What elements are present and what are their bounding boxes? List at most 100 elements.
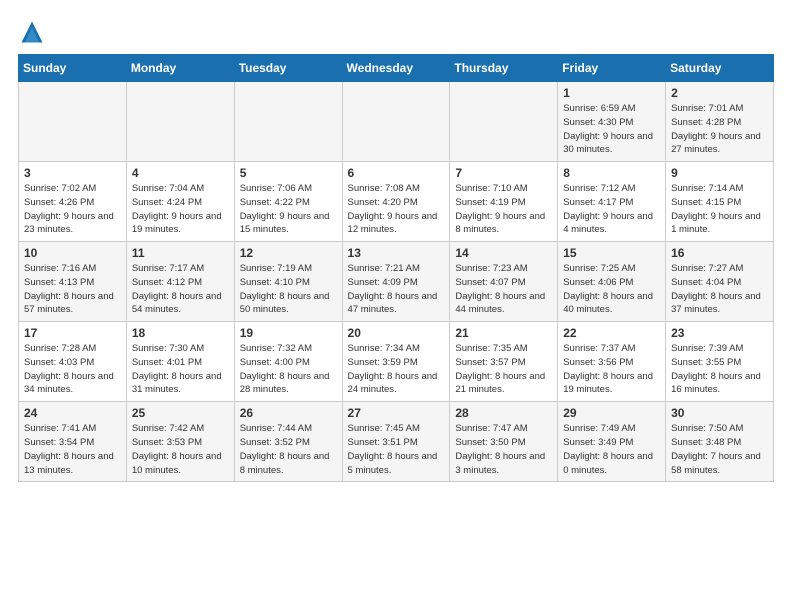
day-number: 18 xyxy=(132,326,229,340)
day-cell: 18 Sunrise: 7:30 AM Sunset: 4:01 PM Dayli… xyxy=(126,322,234,402)
day-header-friday: Friday xyxy=(558,55,666,82)
day-cell: 2 Sunrise: 7:01 AM Sunset: 4:28 PM Daylig… xyxy=(666,82,774,162)
day-cell: 25 Sunrise: 7:42 AM Sunset: 3:53 PM Dayli… xyxy=(126,402,234,482)
day-number: 19 xyxy=(240,326,337,340)
day-cell: 20 Sunrise: 7:34 AM Sunset: 3:59 PM Dayli… xyxy=(342,322,450,402)
day-number: 24 xyxy=(24,406,121,420)
day-info: Sunrise: 7:45 AM Sunset: 3:51 PM Dayligh… xyxy=(348,422,445,477)
day-number: 21 xyxy=(455,326,552,340)
day-info: Sunrise: 7:01 AM Sunset: 4:28 PM Dayligh… xyxy=(671,102,768,157)
day-cell: 27 Sunrise: 7:45 AM Sunset: 3:51 PM Dayli… xyxy=(342,402,450,482)
day-info: Sunrise: 7:19 AM Sunset: 4:10 PM Dayligh… xyxy=(240,262,337,317)
day-cell: 4Sunrise: 7:04 AM Sunset: 4:24 PM Daylig… xyxy=(126,162,234,242)
day-number: 13 xyxy=(348,246,445,260)
day-number: 15 xyxy=(563,246,660,260)
day-info: Sunrise: 7:10 AM Sunset: 4:19 PM Dayligh… xyxy=(455,182,552,237)
day-number: 5 xyxy=(240,166,337,180)
day-info: Sunrise: 7:16 AM Sunset: 4:13 PM Dayligh… xyxy=(24,262,121,317)
day-info: Sunrise: 7:42 AM Sunset: 3:53 PM Dayligh… xyxy=(132,422,229,477)
header xyxy=(18,18,774,46)
day-cell: 9 Sunrise: 7:14 AM Sunset: 4:15 PM Daylig… xyxy=(666,162,774,242)
day-info: Sunrise: 7:49 AM Sunset: 3:49 PM Dayligh… xyxy=(563,422,660,477)
day-cell: 30 Sunrise: 7:50 AM Sunset: 3:48 PM Dayli… xyxy=(666,402,774,482)
day-cell: 29 Sunrise: 7:49 AM Sunset: 3:49 PM Dayli… xyxy=(558,402,666,482)
day-info: Sunrise: 7:41 AM Sunset: 3:54 PM Dayligh… xyxy=(24,422,121,477)
day-cell: 19 Sunrise: 7:32 AM Sunset: 4:00 PM Dayli… xyxy=(234,322,342,402)
day-cell: 13 Sunrise: 7:21 AM Sunset: 4:09 PM Dayli… xyxy=(342,242,450,322)
day-info: Sunrise: 7:25 AM Sunset: 4:06 PM Dayligh… xyxy=(563,262,660,317)
day-number: 1 xyxy=(563,86,660,100)
day-number: 10 xyxy=(24,246,121,260)
page: SundayMondayTuesdayWednesdayThursdayFrid… xyxy=(0,0,792,492)
day-number: 22 xyxy=(563,326,660,340)
day-cell xyxy=(234,82,342,162)
day-info: Sunrise: 7:17 AM Sunset: 4:12 PM Dayligh… xyxy=(132,262,229,317)
day-number: 20 xyxy=(348,326,445,340)
day-cell: 5 Sunrise: 7:06 AM Sunset: 4:22 PM Daylig… xyxy=(234,162,342,242)
day-cell: 17Sunrise: 7:28 AM Sunset: 4:03 PM Dayli… xyxy=(19,322,127,402)
day-info: Sunrise: 7:04 AM Sunset: 4:24 PM Dayligh… xyxy=(132,182,229,237)
day-info: Sunrise: 6:59 AM Sunset: 4:30 PM Dayligh… xyxy=(563,102,660,157)
day-cell xyxy=(450,82,558,162)
day-info: Sunrise: 7:23 AM Sunset: 4:07 PM Dayligh… xyxy=(455,262,552,317)
day-cell: 6 Sunrise: 7:08 AM Sunset: 4:20 PM Daylig… xyxy=(342,162,450,242)
day-header-sunday: Sunday xyxy=(19,55,127,82)
week-row-1: 1 Sunrise: 6:59 AM Sunset: 4:30 PM Daylig… xyxy=(19,82,774,162)
day-cell: 15 Sunrise: 7:25 AM Sunset: 4:06 PM Dayli… xyxy=(558,242,666,322)
day-number: 9 xyxy=(671,166,768,180)
day-info: Sunrise: 7:14 AM Sunset: 4:15 PM Dayligh… xyxy=(671,182,768,237)
day-number: 7 xyxy=(455,166,552,180)
day-number: 25 xyxy=(132,406,229,420)
day-cell: 11 Sunrise: 7:17 AM Sunset: 4:12 PM Dayli… xyxy=(126,242,234,322)
day-info: Sunrise: 7:44 AM Sunset: 3:52 PM Dayligh… xyxy=(240,422,337,477)
week-row-3: 10 Sunrise: 7:16 AM Sunset: 4:13 PM Dayli… xyxy=(19,242,774,322)
day-number: 16 xyxy=(671,246,768,260)
day-info: Sunrise: 7:21 AM Sunset: 4:09 PM Dayligh… xyxy=(348,262,445,317)
day-cell: 14Sunrise: 7:23 AM Sunset: 4:07 PM Dayli… xyxy=(450,242,558,322)
day-number: 2 xyxy=(671,86,768,100)
header-row: SundayMondayTuesdayWednesdayThursdayFrid… xyxy=(19,55,774,82)
day-number: 28 xyxy=(455,406,552,420)
day-cell: 28 Sunrise: 7:47 AM Sunset: 3:50 PM Dayli… xyxy=(450,402,558,482)
day-cell: 12Sunrise: 7:19 AM Sunset: 4:10 PM Dayli… xyxy=(234,242,342,322)
day-cell: 22 Sunrise: 7:37 AM Sunset: 3:56 PM Dayli… xyxy=(558,322,666,402)
week-row-4: 17Sunrise: 7:28 AM Sunset: 4:03 PM Dayli… xyxy=(19,322,774,402)
day-cell: 10 Sunrise: 7:16 AM Sunset: 4:13 PM Dayli… xyxy=(19,242,127,322)
day-cell: 21Sunrise: 7:35 AM Sunset: 3:57 PM Dayli… xyxy=(450,322,558,402)
day-info: Sunrise: 7:32 AM Sunset: 4:00 PM Dayligh… xyxy=(240,342,337,397)
day-cell: 1 Sunrise: 6:59 AM Sunset: 4:30 PM Daylig… xyxy=(558,82,666,162)
day-header-thursday: Thursday xyxy=(450,55,558,82)
day-number: 30 xyxy=(671,406,768,420)
day-cell: 8 Sunrise: 7:12 AM Sunset: 4:17 PM Daylig… xyxy=(558,162,666,242)
day-info: Sunrise: 7:37 AM Sunset: 3:56 PM Dayligh… xyxy=(563,342,660,397)
day-info: Sunrise: 7:06 AM Sunset: 4:22 PM Dayligh… xyxy=(240,182,337,237)
logo-icon xyxy=(18,18,46,46)
day-info: Sunrise: 7:12 AM Sunset: 4:17 PM Dayligh… xyxy=(563,182,660,237)
day-info: Sunrise: 7:34 AM Sunset: 3:59 PM Dayligh… xyxy=(348,342,445,397)
day-number: 3 xyxy=(24,166,121,180)
day-header-monday: Monday xyxy=(126,55,234,82)
day-number: 6 xyxy=(348,166,445,180)
day-header-wednesday: Wednesday xyxy=(342,55,450,82)
day-cell: 26 Sunrise: 7:44 AM Sunset: 3:52 PM Dayli… xyxy=(234,402,342,482)
day-number: 17 xyxy=(24,326,121,340)
day-number: 29 xyxy=(563,406,660,420)
day-number: 8 xyxy=(563,166,660,180)
day-number: 23 xyxy=(671,326,768,340)
day-cell: 3 Sunrise: 7:02 AM Sunset: 4:26 PM Daylig… xyxy=(19,162,127,242)
day-info: Sunrise: 7:27 AM Sunset: 4:04 PM Dayligh… xyxy=(671,262,768,317)
week-row-5: 24 Sunrise: 7:41 AM Sunset: 3:54 PM Dayli… xyxy=(19,402,774,482)
day-cell xyxy=(342,82,450,162)
day-info: Sunrise: 7:02 AM Sunset: 4:26 PM Dayligh… xyxy=(24,182,121,237)
day-number: 11 xyxy=(132,246,229,260)
day-number: 27 xyxy=(348,406,445,420)
logo xyxy=(18,18,50,46)
day-info: Sunrise: 7:30 AM Sunset: 4:01 PM Dayligh… xyxy=(132,342,229,397)
week-row-2: 3 Sunrise: 7:02 AM Sunset: 4:26 PM Daylig… xyxy=(19,162,774,242)
day-cell xyxy=(19,82,127,162)
day-info: Sunrise: 7:47 AM Sunset: 3:50 PM Dayligh… xyxy=(455,422,552,477)
day-number: 26 xyxy=(240,406,337,420)
day-info: Sunrise: 7:50 AM Sunset: 3:48 PM Dayligh… xyxy=(671,422,768,477)
day-header-tuesday: Tuesday xyxy=(234,55,342,82)
day-info: Sunrise: 7:08 AM Sunset: 4:20 PM Dayligh… xyxy=(348,182,445,237)
